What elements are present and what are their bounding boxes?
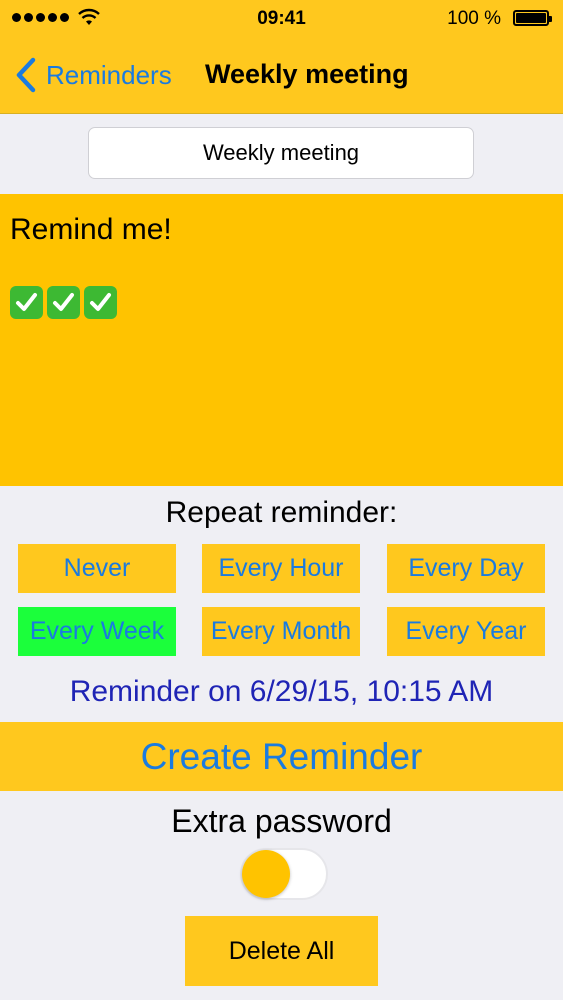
notes-text-area[interactable]: Remind me! bbox=[0, 194, 563, 486]
back-label: Reminders bbox=[46, 59, 172, 90]
checkmark-row bbox=[10, 286, 553, 319]
create-reminder-button[interactable]: Create Reminder bbox=[0, 722, 563, 791]
repeat-reminder-label: Repeat reminder: bbox=[165, 496, 398, 529]
page-title: Weekly meeting bbox=[205, 59, 409, 89]
status-bar: 09:41 100 % bbox=[0, 0, 563, 38]
repeat-option-every-year[interactable]: Every Year bbox=[387, 607, 545, 656]
battery-percent: 100 % bbox=[447, 8, 501, 29]
navigation-bar: Reminders Weekly meeting bbox=[0, 38, 563, 114]
notes-text: Remind me! bbox=[10, 213, 172, 246]
repeat-option-never[interactable]: Never bbox=[18, 544, 176, 593]
back-chevron-icon bbox=[16, 57, 36, 93]
reminder-date-label[interactable]: Reminder on 6/29/15, 10:15 AM bbox=[0, 670, 563, 714]
repeat-option-every-month[interactable]: Every Month bbox=[202, 607, 360, 656]
delete-all-button[interactable]: Delete All bbox=[185, 916, 378, 986]
reminder-title-input[interactable] bbox=[88, 127, 474, 179]
repeat-option-every-week[interactable]: Every Week bbox=[18, 607, 176, 656]
check-mark-icon bbox=[47, 286, 80, 319]
check-mark-icon bbox=[84, 286, 117, 319]
repeat-option-every-hour[interactable]: Every Hour bbox=[202, 544, 360, 593]
extra-password-label: Extra password bbox=[171, 803, 392, 839]
toggle-knob bbox=[242, 850, 290, 898]
extra-password-toggle[interactable] bbox=[240, 848, 328, 900]
back-button[interactable]: Reminders bbox=[14, 56, 172, 94]
battery-icon bbox=[513, 10, 552, 26]
check-mark-icon bbox=[10, 286, 43, 319]
repeat-option-every-day[interactable]: Every Day bbox=[387, 544, 545, 593]
